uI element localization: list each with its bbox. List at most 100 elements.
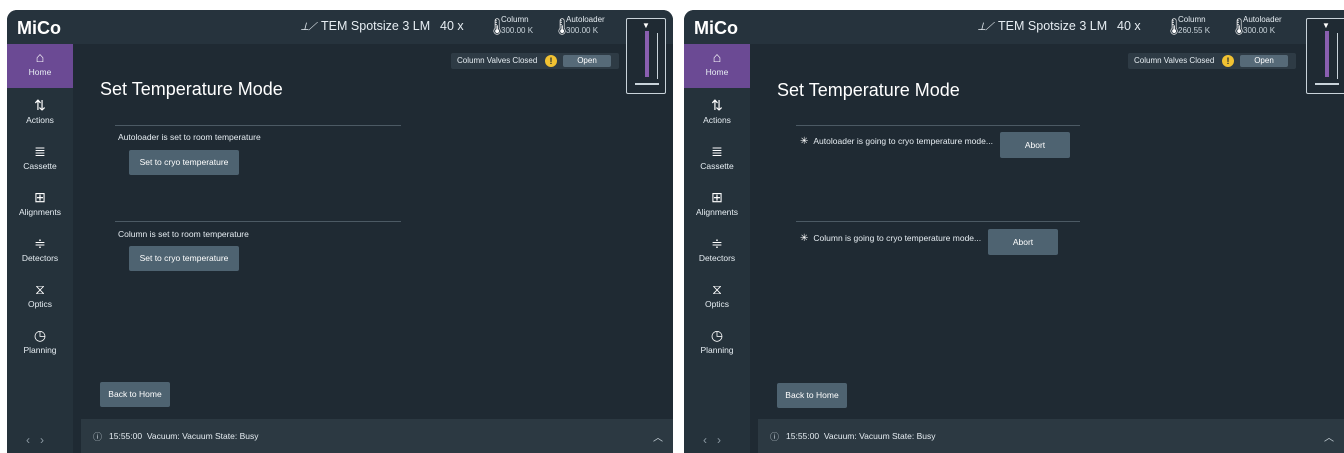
forward-arrow-icon[interactable]: › <box>40 433 54 447</box>
nav-arrows: ‹› <box>684 433 750 447</box>
open-valves-button[interactable]: Open <box>1240 55 1288 67</box>
autoloader-temp-value: 300.00 K <box>566 26 599 35</box>
sidebar-item-label: Home <box>705 67 729 77</box>
alignments-icon: ⊞ <box>711 189 723 205</box>
autoloader-temp-label: Autoloader <box>566 15 605 24</box>
column-status-text: Column is going to cryo temperature mode… <box>813 233 982 243</box>
autoloader-temperature: 🌡 Autoloader 300.00 K <box>1229 14 1289 40</box>
sidebar-item-label: Planning <box>700 345 734 355</box>
column-abort-button[interactable]: Abort <box>988 229 1058 255</box>
sidebar-item-optics[interactable]: ⧖ Optics <box>684 276 750 320</box>
column-valves-status: Column Valves Closed ! Open <box>451 53 619 69</box>
status-footer[interactable]: ⓘ 15:55:00 Vacuum: Vacuum State: Busy ︿ <box>81 419 673 453</box>
back-to-home-button[interactable]: Back to Home <box>777 383 847 408</box>
screen-room-temperature: MiCo ⟂⟋ TEM Spotsize 3 LM 40 x 🌡 Column 3… <box>7 10 673 453</box>
divider <box>115 221 401 222</box>
sidebar-item-alignments[interactable]: ⊞ Alignments <box>684 184 750 228</box>
sidebar-item-label: Alignments <box>695 207 739 217</box>
footer-text: Vacuum: Vacuum State: Busy <box>823 431 936 441</box>
top-bar: MiCo ⟂⟋ TEM Spotsize 3 LM 40 x 🌡 Column 3… <box>7 10 673 44</box>
column-temperature: 🌡 Column 300.00 K <box>487 14 547 40</box>
column-temperature: 🌡 Column 260.55 K <box>1164 14 1224 40</box>
sidebar-item-planning[interactable]: ◷ Planning <box>684 322 750 366</box>
optics-mode-text: TEM Spotsize 3 LM <box>998 19 1108 33</box>
optics-icon: ⧖ <box>35 281 45 297</box>
sidebar-item-actions[interactable]: ⇅ Actions <box>7 92 73 136</box>
warning-icon: ! <box>545 55 557 67</box>
sidebar-item-label: Optics <box>27 299 53 309</box>
divider <box>115 125 401 126</box>
sidebar-item-planning[interactable]: ◷ Planning <box>7 322 73 366</box>
valves-status-text: Column Valves Closed <box>1134 56 1215 65</box>
chevron-up-icon[interactable]: ︿ <box>1324 429 1334 444</box>
gun-icon: ▼ <box>1322 21 1330 30</box>
sidebar-item-label: Planning <box>23 345 57 355</box>
page-title: Set Temperature Mode <box>100 79 283 99</box>
sidebar-item-detectors[interactable]: ≑ Detectors <box>684 230 750 274</box>
sidebar-item-cassette[interactable]: ≣ Cassette <box>7 138 73 182</box>
footer-text: Vacuum: Vacuum State: Busy <box>146 431 259 441</box>
sidebar-item-detectors[interactable]: ≑ Detectors <box>7 230 73 274</box>
sidebar-item-home[interactable]: ⌂ Home <box>7 44 73 88</box>
optics-mode: ⟂⟋ TEM Spotsize 3 LM <box>978 19 1107 34</box>
clock-icon: ◷ <box>33 327 47 343</box>
sidebar-item-label: Detectors <box>698 253 736 263</box>
chevron-up-icon[interactable]: ︿ <box>653 429 663 444</box>
footer-message: 15:55:00 Vacuum: Vacuum State: Busy <box>109 431 258 441</box>
autoloader-abort-button[interactable]: Abort <box>1000 132 1070 158</box>
autoloader-temp-label: Autoloader <box>1243 15 1282 24</box>
cassette-icon: ≣ <box>711 143 723 159</box>
column-set-cryo-button[interactable]: Set to cryo temperature <box>129 246 239 271</box>
sidebar-item-label: Home <box>28 67 52 77</box>
column-base <box>1315 83 1339 85</box>
sidebar-item-label: Optics <box>704 299 730 309</box>
warning-icon: ! <box>1222 55 1234 67</box>
sidebar-item-label: Actions <box>26 115 54 125</box>
divider <box>796 221 1080 222</box>
sidebar-item-label: Cassette <box>23 161 57 171</box>
sidebar-item-home[interactable]: ⌂ Home <box>684 44 750 88</box>
valves-status-text: Column Valves Closed <box>457 56 538 65</box>
footer-message: 15:55:00 Vacuum: Vacuum State: Busy <box>786 431 935 441</box>
screen-cryo-transition: MiCo ⟂⟋ TEM Spotsize 3 LM 40 x 🌡 Column 2… <box>684 10 1344 453</box>
beam-mode-icon: ⟂⟋ <box>978 21 994 33</box>
column-rail <box>657 33 658 79</box>
autoloader-status: Autoloader is set to room temperature <box>118 132 261 142</box>
refresh-icon: ⇅ <box>34 97 46 113</box>
home-icon: ⌂ <box>712 49 722 65</box>
open-valves-button[interactable]: Open <box>563 55 611 67</box>
column-temp-label: Column <box>1178 15 1206 24</box>
forward-arrow-icon[interactable]: › <box>717 433 731 447</box>
clock-icon: ◷ <box>710 327 724 343</box>
column-diagram[interactable]: ▼ <box>626 18 666 94</box>
column-base <box>635 83 659 85</box>
column-temp-label: Column <box>501 15 529 24</box>
optics-icon: ⧖ <box>712 281 722 297</box>
beam-mode-icon: ⟂⟋ <box>301 21 317 33</box>
sidebar-item-optics[interactable]: ⧖ Optics <box>7 276 73 320</box>
divider <box>796 125 1080 126</box>
column-status: ✳ Column is going to cryo temperature mod… <box>800 233 981 244</box>
status-footer[interactable]: ⓘ 15:55:00 Vacuum: Vacuum State: Busy ︿ <box>758 419 1344 453</box>
detectors-icon: ≑ <box>711 235 723 251</box>
refresh-icon: ⇅ <box>711 97 723 113</box>
back-arrow-icon[interactable]: ‹ <box>703 433 717 447</box>
magnification: 40 x <box>1117 19 1141 33</box>
column-status: Column is set to room temperature <box>118 229 249 239</box>
sidebar-item-actions[interactable]: ⇅ Actions <box>684 92 750 136</box>
magnification: 40 x <box>440 19 464 33</box>
autoloader-temp-value: 300.00 K <box>1243 26 1276 35</box>
top-bar: MiCo ⟂⟋ TEM Spotsize 3 LM 40 x 🌡 Column 2… <box>684 10 1344 44</box>
column-temp-value: 260.55 K <box>1178 26 1211 35</box>
sidebar-item-cassette[interactable]: ≣ Cassette <box>684 138 750 182</box>
column-temp-value: 300.00 K <box>501 26 534 35</box>
app-brand: MiCo <box>694 18 738 38</box>
column-valves-status: Column Valves Closed ! Open <box>1128 53 1296 69</box>
back-to-home-button[interactable]: Back to Home <box>100 382 170 407</box>
back-arrow-icon[interactable]: ‹ <box>26 433 40 447</box>
optics-mode-text: TEM Spotsize 3 LM <box>321 19 431 33</box>
autoloader-set-cryo-button[interactable]: Set to cryo temperature <box>129 150 239 175</box>
gun-icon: ▼ <box>642 21 650 30</box>
column-diagram[interactable]: ▼ <box>1306 18 1344 94</box>
sidebar-item-alignments[interactable]: ⊞ Alignments <box>7 184 73 228</box>
